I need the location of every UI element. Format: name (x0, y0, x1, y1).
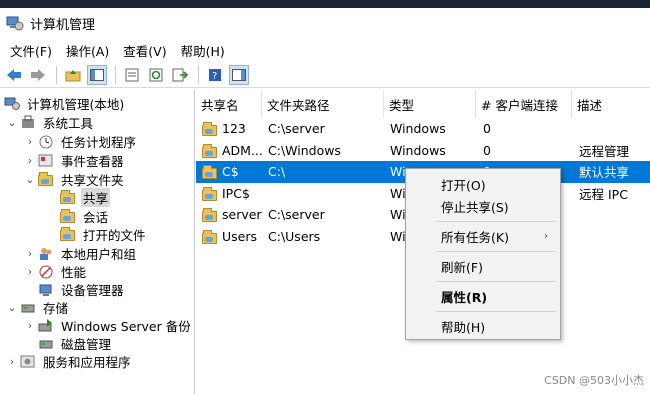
tree-shares[interactable]: 共享 (46, 188, 111, 207)
tree-task-scheduler[interactable]: › 任务计划程序 (24, 132, 138, 151)
shared-folder-icon (60, 227, 76, 242)
device-manager-icon (38, 282, 54, 297)
column-type[interactable]: 类型 (384, 90, 476, 118)
tree-services-apps[interactable]: › 服务和应用程序 (6, 352, 133, 371)
shared-folder-icon (202, 207, 218, 222)
chevron-right-icon[interactable]: › (24, 247, 36, 260)
shared-folder-icon (60, 190, 76, 205)
backup-icon (38, 318, 54, 333)
chevron-right-icon[interactable]: › (24, 135, 36, 148)
column-description[interactable]: 描述 (572, 90, 650, 118)
context-separator (436, 311, 556, 312)
table-row[interactable]: ADM... C:\Windows Windows 0 远程管理 (196, 140, 650, 162)
performance-icon (38, 264, 54, 279)
show-action-pane-icon[interactable] (229, 64, 249, 85)
table-row[interactable]: 123 C:\server Windows 0 (196, 118, 650, 140)
column-folder-path[interactable]: 文件夹路径 (262, 90, 384, 118)
tree-performance[interactable]: › 性能 (24, 262, 88, 281)
storage-icon (20, 300, 36, 315)
column-share-name[interactable]: 共享名 (196, 90, 262, 118)
column-client-connections[interactable]: # 客户端连接 (476, 90, 572, 118)
chevron-down-icon[interactable]: ⌄ (24, 173, 36, 186)
toolbar-separator (56, 65, 57, 84)
shared-folder-icon (202, 143, 218, 158)
users-icon (38, 246, 54, 261)
shared-folder-icon (202, 186, 218, 201)
chevron-right-icon[interactable]: › (24, 154, 36, 167)
back-arrow-icon[interactable] (4, 65, 24, 85)
context-all-tasks[interactable]: 所有任务(K) › (406, 225, 560, 247)
chevron-down-icon[interactable]: ⌄ (6, 301, 18, 314)
chevron-right-icon[interactable]: › (24, 265, 36, 278)
tree-windows-server-backup[interactable]: › Windows Server 备份 (24, 316, 193, 335)
tree-disk-management[interactable]: 磁盘管理 (24, 334, 113, 353)
shared-folder-icon (202, 121, 218, 136)
menu-file[interactable]: 文件(F) (4, 41, 60, 60)
menu-help[interactable]: 帮助(H) (175, 41, 233, 60)
svg-text:?: ? (212, 71, 217, 82)
chevron-right-icon[interactable]: › (6, 355, 18, 368)
shared-folder-icon (60, 209, 76, 224)
properties-icon[interactable] (122, 65, 142, 85)
event-viewer-icon (38, 153, 54, 168)
tree-system-tools[interactable]: ⌄ 系统工具 (6, 113, 95, 132)
title-bar: 计算机管理 (0, 8, 650, 38)
context-stop-sharing[interactable]: 停止共享(S) (406, 195, 560, 217)
watermark: CSDN @503小小杰 (544, 374, 644, 387)
context-menu: 打开(O) 停止共享(S) 所有任务(K) › 刷新(F) 属性(R) 帮助(H… (405, 168, 561, 340)
computer-management-icon (6, 15, 24, 31)
forward-arrow-icon[interactable] (28, 65, 48, 85)
chevron-right-icon[interactable]: › (24, 319, 36, 332)
show-tree-icon[interactable] (87, 64, 107, 85)
toolbar: ? (0, 62, 650, 88)
shared-folder-icon (202, 164, 218, 179)
toolbar-separator (198, 65, 199, 84)
top-strip (0, 0, 650, 8)
disk-icon (38, 336, 54, 351)
context-separator (436, 281, 556, 282)
context-help[interactable]: 帮助(H) (406, 315, 560, 337)
tree-event-viewer[interactable]: › 事件查看器 (24, 151, 126, 170)
export-icon[interactable] (170, 65, 190, 85)
tree-sessions[interactable]: 会话 (46, 207, 110, 226)
chevron-right-icon: › (544, 230, 548, 242)
context-open[interactable]: 打开(O) (406, 173, 560, 195)
shared-folder-icon (38, 172, 54, 187)
chevron-down-icon[interactable]: ⌄ (6, 116, 18, 129)
tree-shared-folders[interactable]: ⌄ 共享文件夹 (24, 170, 126, 189)
services-icon (20, 354, 36, 369)
menu-view[interactable]: 查看(V) (117, 41, 174, 60)
tree-storage[interactable]: ⌄ 存储 (6, 298, 70, 317)
clock-icon (38, 134, 54, 149)
window-title: 计算机管理 (30, 17, 96, 33)
shared-folder-icon (202, 229, 218, 244)
context-properties[interactable]: 属性(R) (406, 285, 560, 307)
toolbar-separator (115, 65, 116, 84)
menu-bar: 文件(F) 操作(A) 查看(V) 帮助(H) (0, 38, 650, 62)
help-icon[interactable]: ? (205, 65, 225, 85)
context-separator (436, 251, 556, 252)
tree-root[interactable]: 计算机管理(本地) (4, 94, 126, 113)
menu-action[interactable]: 操作(A) (60, 41, 117, 60)
refresh-icon[interactable] (146, 65, 166, 85)
context-refresh[interactable]: 刷新(F) (406, 255, 560, 277)
context-separator (436, 221, 556, 222)
tree-open-files[interactable]: 打开的文件 (46, 225, 148, 244)
console-tree: 计算机管理(本地) ⌄ 系统工具 › 任务计划程序 › 事件查看器 ⌄ 共享文件… (0, 90, 195, 394)
computer-management-icon (4, 96, 20, 111)
up-folder-icon[interactable] (63, 65, 83, 85)
tree-local-users[interactable]: › 本地用户和组 (24, 244, 138, 263)
tree-device-manager[interactable]: 设备管理器 (24, 280, 126, 299)
tools-icon (20, 115, 36, 130)
